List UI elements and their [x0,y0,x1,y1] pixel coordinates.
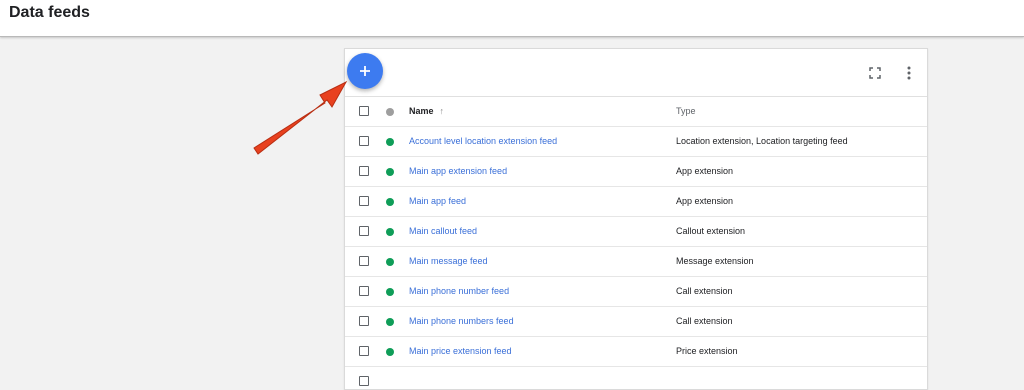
row-checkbox[interactable] [359,256,369,266]
table-row: Main phone number feed Call extension [345,277,927,307]
feed-name-link[interactable]: Main message feed [409,256,488,266]
table-row: Main app feed App extension [345,187,927,217]
row-checkbox[interactable] [359,286,369,296]
select-all-checkbox[interactable] [359,106,369,116]
column-header-name[interactable]: Name ↑ [409,106,444,116]
status-dot [386,138,394,146]
table-header-row: Name ↑ Type [345,97,927,127]
status-dot [386,258,394,266]
plus-icon [360,66,370,76]
status-dot [386,198,394,206]
feed-name-link[interactable]: Main phone number feed [409,286,509,296]
table-row: Main app extension feed App extension [345,157,927,187]
feed-type: Price extension [676,346,738,356]
feed-name-link[interactable]: Main phone numbers feed [409,316,514,326]
table-toolbar [345,49,927,97]
more-vert-icon [907,66,911,80]
table-row: Main price extension feed Price extensio… [345,337,927,367]
status-header-dot [386,108,394,116]
feed-type: Location extension, Location targeting f… [676,136,848,146]
column-header-name-label: Name [409,106,434,116]
arrow-up-icon[interactable]: ↑ [440,106,445,116]
feed-name-link[interactable]: Main callout feed [409,226,477,236]
row-checkbox[interactable] [359,226,369,236]
feed-type: App extension [676,196,734,206]
table-row: Account level location extension feed Lo… [345,127,927,157]
status-dot [386,348,394,356]
add-feed-button[interactable] [347,53,383,89]
status-dot [386,168,394,176]
feed-type: Call extension [676,316,733,326]
feed-name-link[interactable]: Main price extension feed [409,346,512,356]
status-dot [386,228,394,236]
table-row: Main phone numbers feed Call extension [345,307,927,337]
row-checkbox[interactable] [359,166,369,176]
table-row-partial [345,367,927,389]
row-checkbox[interactable] [359,376,369,386]
feed-type: Message extension [676,256,754,266]
column-header-type[interactable]: Type [676,106,696,116]
more-options-button[interactable] [900,64,918,82]
data-feeds-table-card: Name ↑ Type Account level location extens… [344,48,928,390]
status-dot [386,288,394,296]
fullscreen-button[interactable] [866,64,884,82]
row-checkbox[interactable] [359,136,369,146]
row-checkbox[interactable] [359,346,369,356]
row-checkbox[interactable] [359,316,369,326]
feed-type: App extension [676,166,734,176]
feed-type: Call extension [676,286,733,296]
feed-name-link[interactable]: Main app feed [409,196,466,206]
feed-name-link[interactable]: Main app extension feed [409,166,507,176]
row-checkbox[interactable] [359,196,369,206]
fullscreen-icon [869,67,881,79]
feed-name-link[interactable]: Account level location extension feed [409,136,557,146]
table-row: Main callout feed Callout extension [345,217,927,247]
status-dot [386,318,394,326]
table-row: Main message feed Message extension [345,247,927,277]
page-title: Data feeds [9,4,90,21]
feed-type: Callout extension [676,226,746,236]
top-bar: Data feeds [0,0,1024,37]
